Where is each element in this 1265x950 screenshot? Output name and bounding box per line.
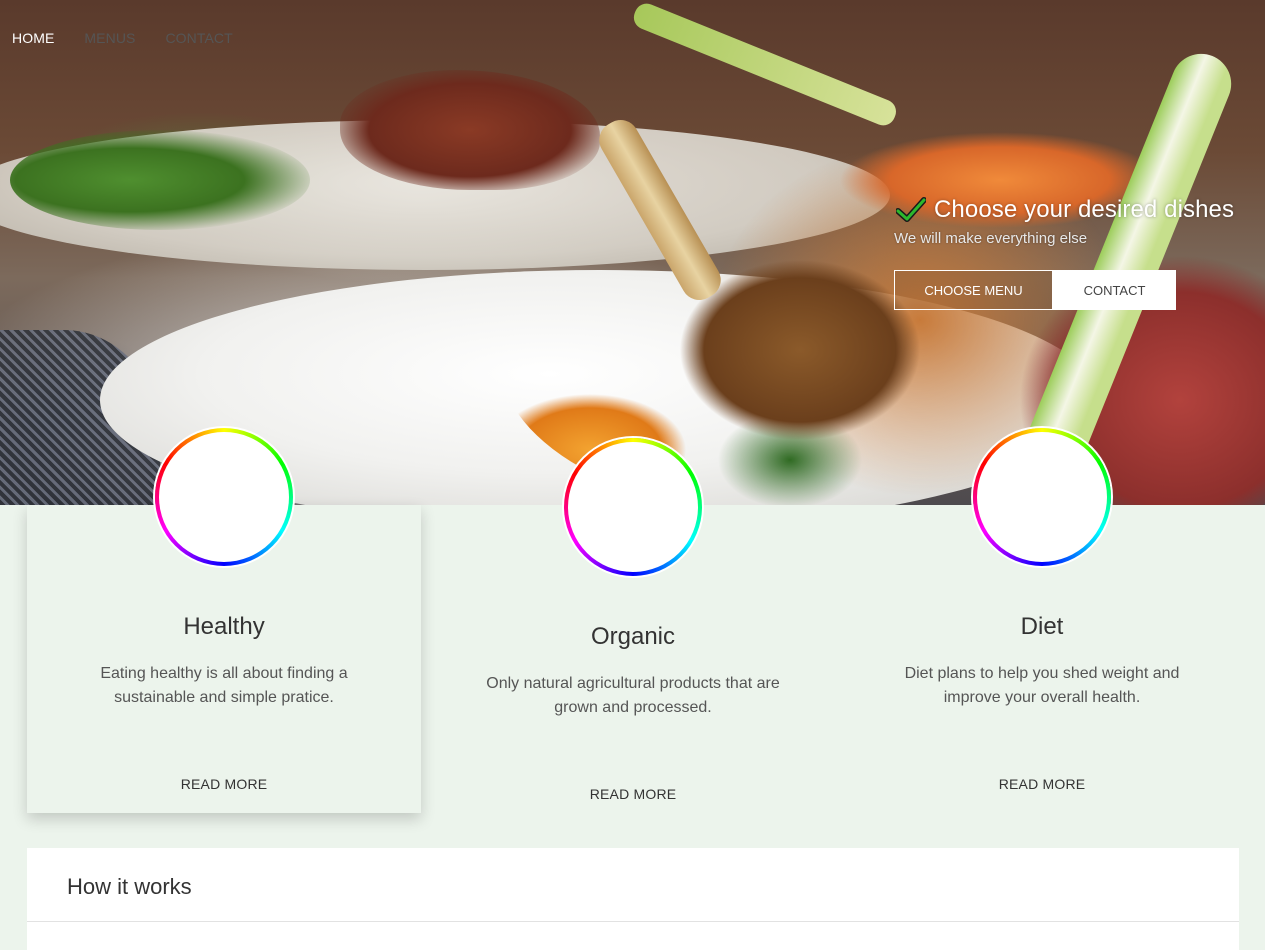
hero-subtitle: We will make everything else bbox=[894, 230, 1088, 247]
read-more-link[interactable]: READ MORE bbox=[845, 776, 1239, 792]
feature-title: Organic bbox=[590, 623, 676, 650]
read-more-link[interactable]: READ MORE bbox=[27, 776, 421, 792]
choose-menu-button[interactable]: CHOOSE MENU bbox=[894, 270, 1053, 310]
feature-text: Only natural agricultural products that … bbox=[486, 675, 780, 716]
nav-menus[interactable]: MENUS bbox=[84, 30, 135, 46]
main-nav: HOME MENUS CONTACT bbox=[12, 30, 233, 46]
contact-button[interactable]: CONTACT bbox=[1053, 270, 1176, 310]
feature-title: Healthy bbox=[183, 613, 265, 640]
check-icon bbox=[896, 197, 926, 222]
divider bbox=[27, 921, 1239, 922]
feature-title: Diet bbox=[1020, 613, 1064, 640]
read-more-link[interactable]: READ MORE bbox=[436, 786, 830, 802]
feature-card-diet: Diet Diet plans to help you shed weight … bbox=[845, 428, 1239, 813]
feature-card-organic: Organic Only natural agricultural produc… bbox=[436, 438, 830, 823]
hero-banner bbox=[0, 0, 1265, 505]
hero-greens bbox=[10, 130, 310, 230]
hero-title: Choose your desired dishes bbox=[934, 196, 1235, 223]
hero-meat bbox=[340, 70, 600, 190]
nav-contact[interactable]: CONTACT bbox=[165, 30, 232, 46]
hero-tagline: Choose your desired dishes bbox=[896, 196, 1234, 224]
feature-card-healthy: Healthy Eating healthy is all about find… bbox=[27, 428, 421, 813]
feature-icon-ring bbox=[564, 438, 702, 576]
feature-icon-ring bbox=[155, 428, 293, 566]
nav-home[interactable]: HOME bbox=[12, 30, 54, 46]
feature-icon-ring bbox=[973, 428, 1111, 566]
feature-text: Eating healthy is all about finding a su… bbox=[100, 665, 348, 706]
section-title: How it works bbox=[67, 874, 192, 899]
hero-carrot-stem bbox=[630, 0, 900, 129]
feature-text: Diet plans to help you shed weight and i… bbox=[904, 665, 1180, 706]
how-it-works-panel: How it works bbox=[27, 848, 1239, 950]
